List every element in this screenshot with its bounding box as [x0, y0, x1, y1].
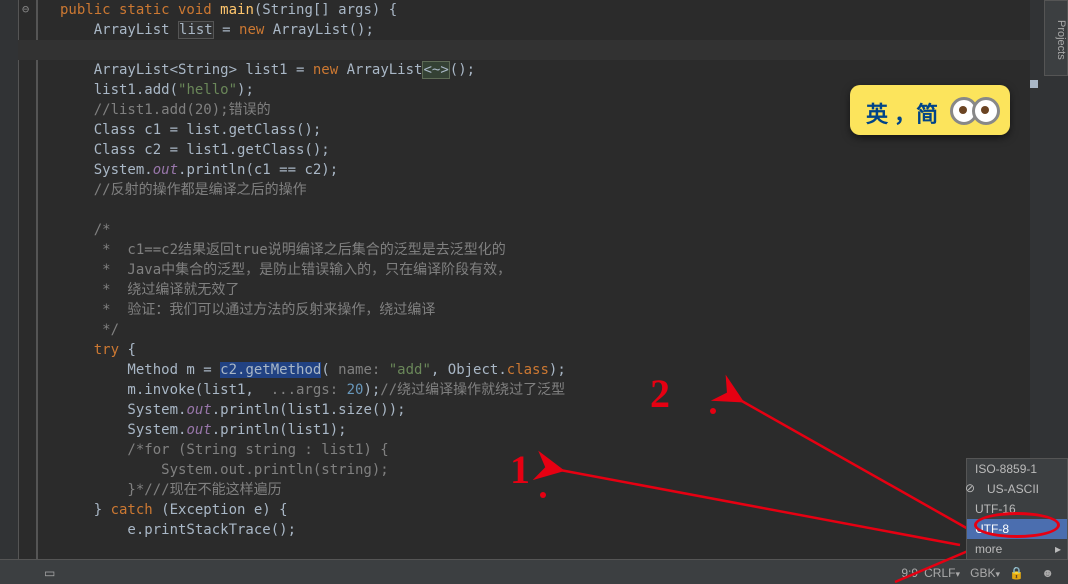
encoding-option-utf8[interactable]: UTF-8: [967, 519, 1067, 539]
marker-icon[interactable]: [1030, 80, 1038, 88]
encoding-option-utf16[interactable]: UTF-16: [967, 499, 1067, 519]
hector-icon[interactable]: ☻: [1041, 566, 1054, 580]
fold-toggle-icon[interactable]: ⊖: [22, 2, 29, 16]
ime-mode-label: 英 ，简: [866, 97, 938, 129]
line-gutter: [0, 0, 19, 560]
status-bar: ▭ 9:9 CRLF▾ GBK▾ 🔒 ☻: [0, 559, 1068, 584]
encoding-option-iso[interactable]: ISO-8859-1: [967, 459, 1067, 479]
code-content[interactable]: public static void main(String[] args) {…: [60, 0, 566, 540]
tool-window-icon[interactable]: ▭: [44, 566, 55, 580]
line-separator[interactable]: CRLF▾: [924, 566, 960, 580]
insert-mode[interactable]: 🔒: [1009, 566, 1024, 580]
annotation-dot-1: [540, 492, 546, 498]
side-tab-projects[interactable]: Projects: [1044, 0, 1068, 76]
annotation-dot-2: [710, 408, 716, 414]
ime-indicator[interactable]: 英 ，简: [850, 85, 1010, 135]
encoding-option-ascii[interactable]: ⊘ US-ASCII: [967, 479, 1067, 499]
fold-gutter: ⊖: [18, 0, 38, 560]
chevron-right-icon: ▸: [1055, 541, 1061, 557]
encoding-menu[interactable]: ISO-8859-1 ⊘ US-ASCII UTF-16 UTF-8 more▸: [966, 458, 1068, 560]
file-encoding[interactable]: GBK▾: [970, 566, 1000, 580]
minion-icon: [950, 95, 1000, 125]
code-editor[interactable]: ⊖ public static void main(String[] args)…: [0, 0, 1030, 560]
encoding-option-more[interactable]: more▸: [967, 539, 1067, 559]
caret-position[interactable]: 9:9: [901, 566, 918, 580]
